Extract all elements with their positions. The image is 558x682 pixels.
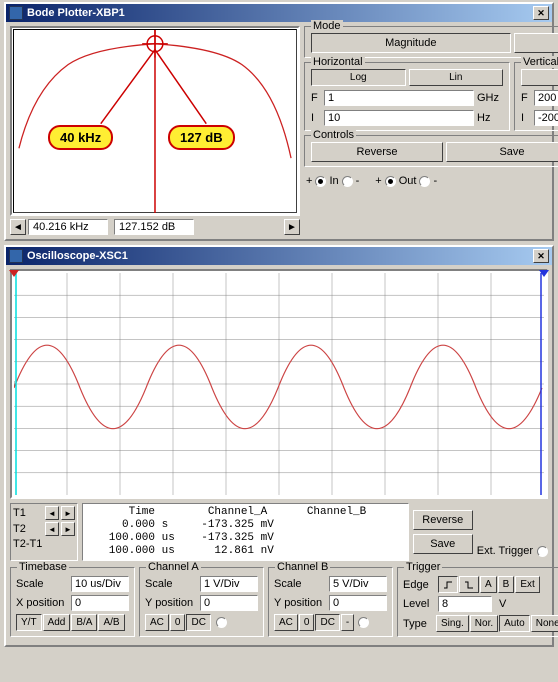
edge-rise-button[interactable] (438, 576, 458, 593)
h-i-unit: Hz (477, 112, 503, 124)
io-row: + In - + Out - (304, 171, 558, 187)
trig-none-button[interactable]: None (531, 615, 558, 632)
v-f-input[interactable] (534, 90, 558, 106)
phase-button[interactable]: Phase (514, 33, 558, 53)
t1-label: T1 (13, 507, 43, 519)
cha-0-button[interactable]: 0 (170, 614, 186, 631)
v-i-label: I (521, 112, 531, 124)
ext-trigger-jack[interactable] (537, 546, 548, 557)
osc-app-icon (9, 249, 23, 263)
bode-window: Bode Plotter-XBP1 ✕ (4, 2, 554, 241)
add-button[interactable]: Add (43, 614, 71, 631)
channel-a-group: Channel A Scale Y position AC 0 DC (139, 567, 264, 637)
v-log-button[interactable]: Log (521, 69, 558, 86)
horizontal-group: Horizontal Log Lin F GHz I (304, 62, 510, 131)
chb-0-button[interactable]: 0 (299, 614, 315, 631)
horizontal-label: Horizontal (311, 56, 365, 68)
ba-button[interactable]: B/A (71, 614, 97, 631)
mode-group: Mode Magnitude Phase (304, 26, 558, 58)
chb-jack[interactable] (358, 617, 369, 628)
h-f-unit: GHz (477, 92, 503, 104)
controls-label: Controls (311, 129, 356, 141)
t2-right-button[interactable]: ► (61, 522, 75, 536)
osc-reverse-button[interactable]: Reverse (413, 510, 473, 530)
bode-callout-db: 127 dB (168, 125, 235, 150)
bode-close-icon[interactable]: ✕ (533, 6, 549, 20)
readout-display: Time Channel_A Channel_B 0.000 s -173.32… (82, 503, 409, 561)
cha-scale-input[interactable] (200, 576, 258, 592)
chb-minus-button[interactable]: - (341, 614, 354, 631)
bode-title-text: Bode Plotter-XBP1 (27, 7, 125, 19)
ab-button[interactable]: A/B (98, 614, 124, 631)
h-i-input[interactable] (324, 110, 474, 126)
trig-a-button[interactable]: A (480, 576, 497, 593)
bode-save-button[interactable]: Save (446, 142, 558, 162)
h-log-button[interactable]: Log (311, 69, 406, 86)
t2t1-label: T2-T1 (13, 538, 43, 550)
osc-title-text: Oscilloscope-XSC1 (27, 250, 128, 262)
bode-reverse-button[interactable]: Reverse (311, 142, 443, 162)
trigger-group: Trigger Edge A B Ext Level V (397, 567, 558, 637)
h-i-label: I (311, 112, 321, 124)
osc-window: Oscilloscope-XSC1 ✕ (4, 245, 554, 647)
t2-left-button[interactable]: ◄ (45, 522, 59, 536)
in-plus-radio[interactable] (315, 176, 326, 187)
cha-dc-button[interactable]: DC (186, 614, 210, 631)
timebase-scale-input[interactable] (71, 576, 129, 592)
trig-nor-button[interactable]: Nor. (470, 615, 498, 632)
chb-scale-input[interactable] (329, 576, 387, 592)
cha-ypos-input[interactable] (200, 595, 258, 611)
cursor-controls: T1 ◄ ► T2 ◄ ► T2-T1 (10, 503, 78, 561)
t2-marker-icon[interactable] (539, 270, 549, 277)
trig-auto-button[interactable]: Auto (499, 615, 530, 632)
t2-label: T2 (13, 523, 43, 535)
h-f-label: F (311, 92, 321, 104)
bode-plot[interactable]: 40 kHz 127 dB (10, 26, 300, 216)
v-f-label: F (521, 92, 531, 104)
in-minus-radio[interactable] (342, 176, 353, 187)
osc-titlebar[interactable]: Oscilloscope-XSC1 ✕ (6, 247, 552, 265)
magnitude-button[interactable]: Magnitude (311, 33, 511, 53)
bode-status-db: 127.152 dB (114, 219, 194, 235)
trig-ext-button[interactable]: Ext (515, 576, 539, 593)
trigger-level-input[interactable] (438, 596, 492, 612)
osc-close-icon[interactable]: ✕ (533, 249, 549, 263)
chb-dc-button[interactable]: DC (315, 614, 339, 631)
t1-marker-icon[interactable] (9, 270, 19, 277)
yt-button[interactable]: Y/T (16, 614, 42, 631)
osc-plot[interactable] (10, 269, 548, 499)
vertical-label: Vertical (521, 56, 558, 68)
trig-sing-button[interactable]: Sing. (436, 615, 469, 632)
bode-callout-freq: 40 kHz (48, 125, 113, 150)
cha-ac-button[interactable]: AC (145, 614, 169, 631)
chb-ac-button[interactable]: AC (274, 614, 298, 631)
osc-save-button[interactable]: Save (413, 534, 473, 554)
bode-cursor-left-button[interactable]: ◄ (10, 219, 26, 235)
mode-label: Mode (311, 20, 343, 32)
out-plus-radio[interactable] (385, 176, 396, 187)
bode-app-icon (9, 6, 23, 20)
controls-group: Controls Reverse Save Set... (304, 135, 558, 167)
timebase-group: Timebase Scale X position Y/T Add B/A A/… (10, 567, 135, 637)
bode-titlebar[interactable]: Bode Plotter-XBP1 ✕ (6, 4, 552, 22)
bode-cursor-right-button[interactable]: ► (284, 219, 300, 235)
cha-jack[interactable] (216, 617, 227, 628)
h-lin-button[interactable]: Lin (409, 69, 504, 86)
h-f-input[interactable] (324, 90, 474, 106)
bode-status-freq: 40.216 kHz (28, 219, 108, 235)
ext-trigger-label: Ext. Trigger (477, 545, 533, 557)
trig-b-button[interactable]: B (498, 576, 515, 593)
vertical-group: Vertical Log Lin F dB I (514, 62, 558, 131)
t1-left-button[interactable]: ◄ (45, 506, 59, 520)
timebase-xpos-input[interactable] (71, 595, 129, 611)
t1-right-button[interactable]: ► (61, 506, 75, 520)
edge-fall-button[interactable] (459, 576, 479, 593)
chb-ypos-input[interactable] (329, 595, 387, 611)
out-minus-radio[interactable] (419, 176, 430, 187)
v-i-input[interactable] (534, 110, 558, 126)
channel-b-group: Channel B Scale Y position AC 0 DC - (268, 567, 393, 637)
